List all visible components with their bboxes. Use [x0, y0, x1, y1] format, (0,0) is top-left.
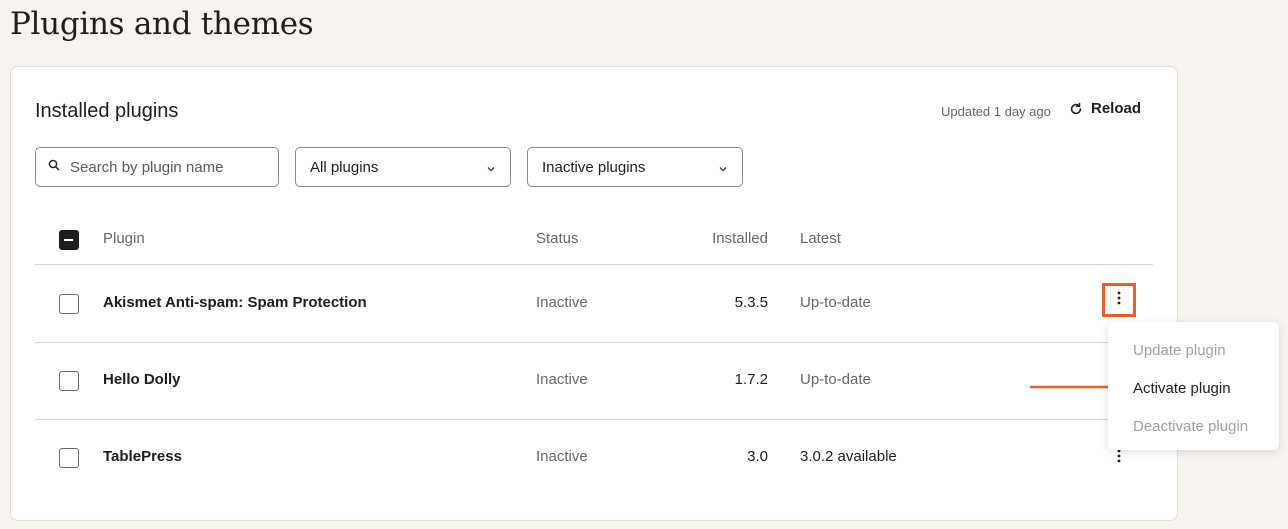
row-actions-button[interactable]: [1102, 283, 1136, 317]
reload-button[interactable]: Reload: [1069, 100, 1141, 117]
plugin-type-select[interactable]: All plugins: [295, 147, 511, 187]
row-actions-menu: Update plugin Activate plugin Deactivate…: [1108, 322, 1279, 450]
row-checkbox[interactable]: [59, 371, 79, 391]
chevron-down-icon: [718, 159, 728, 176]
plugin-status-value: Inactive plugins: [542, 158, 646, 176]
plugin-status: Inactive: [536, 448, 588, 465]
updated-timestamp: Updated 1 day ago: [941, 104, 1051, 119]
plugin-latest: 3.0.2 available: [800, 448, 897, 465]
table-row: TablePress Inactive 3.0 3.0.2 available: [35, 420, 1153, 497]
plugin-installed-version: 1.7.2: [734, 371, 768, 388]
search-field[interactable]: [35, 147, 279, 187]
reload-label: Reload: [1091, 100, 1142, 117]
plugin-type-value: All plugins: [310, 158, 379, 176]
header-status: Status: [536, 230, 579, 247]
plugin-status: Inactive: [536, 294, 588, 311]
more-vertical-icon: [1117, 291, 1121, 310]
plugin-name: Akismet Anti-spam: Spam Protection: [103, 294, 367, 311]
row-checkbox[interactable]: [59, 294, 79, 314]
menu-item-update-plugin[interactable]: Update plugin: [1133, 342, 1226, 359]
select-all-checkbox[interactable]: [59, 230, 79, 250]
plugin-status: Inactive: [536, 371, 588, 388]
chevron-down-icon: [486, 159, 496, 176]
menu-item-deactivate-plugin[interactable]: Deactivate plugin: [1133, 418, 1248, 435]
page-title: Plugins and themes: [10, 6, 314, 42]
table-row: Hello Dolly Inactive 1.7.2 Up-to-date: [35, 343, 1153, 420]
plugin-status-select[interactable]: Inactive plugins: [527, 147, 743, 187]
table-row: Akismet Anti-spam: Spam Protection Inact…: [35, 266, 1153, 343]
card-title: Installed plugins: [35, 100, 179, 122]
plugin-installed-version: 5.3.5: [734, 294, 768, 311]
search-input[interactable]: [70, 158, 260, 176]
plugin-name: TablePress: [103, 448, 182, 465]
installed-plugins-card: Installed plugins Updated 1 day ago Relo…: [10, 66, 1178, 521]
plugin-latest: Up-to-date: [800, 294, 871, 311]
menu-item-activate-plugin[interactable]: Activate plugin: [1133, 380, 1231, 397]
more-vertical-icon: [1117, 449, 1121, 468]
header-latest: Latest: [800, 230, 841, 247]
table-header: Plugin Status Installed Latest: [35, 219, 1153, 265]
search-icon: [48, 158, 60, 176]
plugin-name: Hello Dolly: [103, 371, 181, 388]
plugin-installed-version: 3.0: [747, 448, 768, 465]
header-plugin: Plugin: [103, 230, 145, 247]
reload-icon: [1069, 102, 1083, 116]
plugin-latest: Up-to-date: [800, 371, 871, 388]
header-installed: Installed: [712, 230, 768, 247]
row-checkbox[interactable]: [59, 448, 79, 468]
